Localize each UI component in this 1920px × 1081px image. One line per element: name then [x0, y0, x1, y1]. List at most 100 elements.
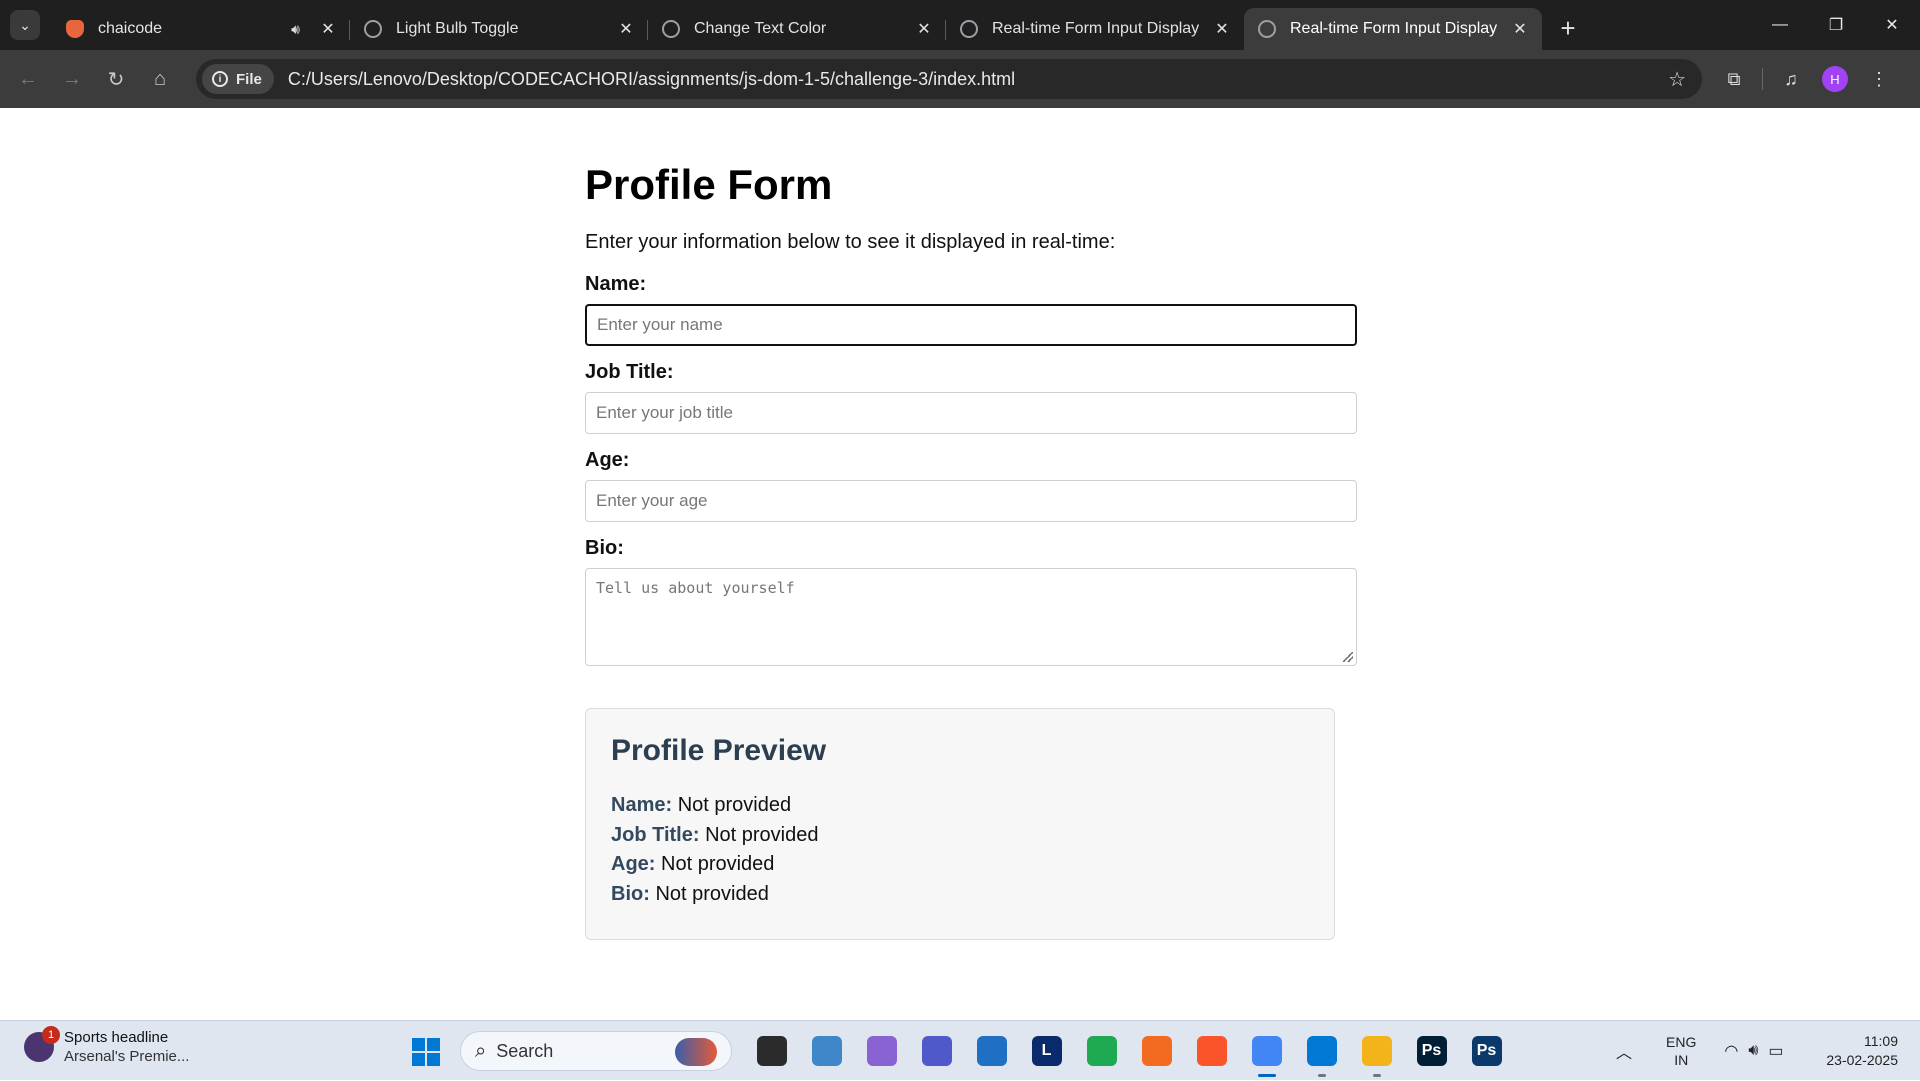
preview-row-name: Name: Not provided	[611, 791, 1309, 821]
battery-icon[interactable]: ▭	[1768, 1041, 1783, 1061]
taskbar-app[interactable]: Ps	[1404, 1029, 1459, 1073]
reload-button[interactable]: ↻	[94, 59, 138, 99]
close-icon[interactable]: ✕	[1510, 19, 1530, 39]
close-icon[interactable]: ✕	[914, 19, 934, 39]
preview-row-bio: Bio: Not provided	[611, 880, 1309, 910]
system-tray: ︿ ENG IN ◠ 🔊︎ ▭	[1616, 1021, 1794, 1081]
forward-button[interactable]: →	[50, 59, 94, 99]
age-input[interactable]	[585, 480, 1357, 522]
search-highlight-icon	[675, 1038, 717, 1066]
globe-icon	[364, 20, 382, 38]
chrome-icon	[1251, 1036, 1282, 1066]
browser-titlebar: ⌄ chaicode 🔊︎ ✕ Light Bulb Toggle ✕ Chan…	[0, 0, 1920, 50]
preview-row-job: Job Title: Not provided	[611, 821, 1309, 851]
plus-icon: +	[1560, 12, 1576, 43]
taskbar-search[interactable]: ⌕ Search	[460, 1031, 732, 1071]
bookmark-star-icon[interactable]: ☆	[1668, 67, 1686, 92]
playlist-icon: ♫	[1784, 68, 1798, 89]
kebab-menu-icon: ⋮	[1870, 68, 1888, 89]
language-indicator[interactable]: ENG IN	[1666, 1033, 1696, 1069]
preview-key: Job Title:	[611, 823, 700, 846]
menu-button[interactable]: ⋮	[1857, 59, 1901, 99]
address-bar[interactable]: i File C:/Users/Lenovo/Desktop/CODECACHO…	[196, 59, 1702, 99]
search-icon: ⌕	[475, 1039, 487, 1062]
tab-title: Real-time Form Input Display	[992, 20, 1200, 37]
taskbar-app[interactable]	[1184, 1029, 1239, 1073]
info-icon: i	[212, 71, 228, 87]
close-icon[interactable]: ✕	[1212, 19, 1232, 39]
home-button[interactable]: ⌂	[138, 59, 182, 99]
start-button[interactable]	[412, 1038, 440, 1066]
taskbar-app[interactable]	[854, 1029, 909, 1073]
taskbar-app[interactable]	[964, 1029, 1019, 1073]
media-controls-button[interactable]: ♫	[1769, 59, 1813, 99]
clock[interactable]: 11:09 23-02-2025	[1826, 1032, 1898, 1070]
minimize-button[interactable]: —	[1752, 0, 1808, 50]
microsoft-store-icon	[976, 1036, 1007, 1066]
notification-badge: 1	[42, 1026, 60, 1044]
lang-line2: IN	[1674, 1052, 1689, 1068]
name-input[interactable]	[585, 304, 1357, 346]
globe-icon	[662, 20, 680, 38]
tab-title: Real-time Form Input Display	[1290, 20, 1498, 37]
taskbar-app[interactable]	[1129, 1029, 1184, 1073]
url-text[interactable]: C:/Users/Lenovo/Desktop/CODECACHORI/assi…	[288, 69, 1015, 90]
volume-icon[interactable]: 🔊︎	[1748, 1042, 1758, 1060]
preview-value: Not provided	[677, 794, 792, 816]
taskbar-app[interactable]	[744, 1029, 799, 1073]
taskbar-app[interactable]	[799, 1029, 854, 1073]
tab-search-button[interactable]: ⌄	[10, 10, 40, 40]
close-icon[interactable]: ✕	[318, 19, 338, 39]
preview-key: Name:	[611, 794, 673, 816]
taskbar-app[interactable]	[1239, 1029, 1294, 1077]
resize-handle[interactable]	[1343, 652, 1353, 662]
tab-chaicode[interactable]: chaicode 🔊︎ ✕	[52, 8, 350, 50]
tab-light-bulb-toggle[interactable]: Light Bulb Toggle ✕	[350, 8, 648, 50]
taskbar-app[interactable]	[1294, 1029, 1349, 1077]
close-window-button[interactable]: ✕	[1864, 0, 1920, 50]
home-icon: ⌂	[153, 67, 167, 90]
speaker-icon[interactable]: 🔊︎	[291, 21, 300, 38]
photoshop-icon-2: Ps	[1471, 1036, 1502, 1066]
wifi-icon[interactable]: ◠	[1724, 1041, 1738, 1061]
new-tab-button[interactable]: +	[1550, 10, 1586, 46]
job-title-input[interactable]	[585, 392, 1357, 434]
site-info-chip[interactable]: i File	[202, 64, 274, 94]
running-indicator	[1372, 1074, 1381, 1077]
copilot-icon	[866, 1036, 897, 1066]
globe-icon	[1258, 20, 1276, 38]
tab-realtime-form-2[interactable]: Real-time Form Input Display ✕	[1244, 8, 1542, 50]
preview-row-age: Age: Not provided	[611, 850, 1309, 880]
preview-value: Not provided	[661, 853, 775, 875]
pen-app-icon	[1141, 1036, 1172, 1066]
tab-realtime-form-1[interactable]: Real-time Form Input Display ✕	[946, 8, 1244, 50]
intro-text: Enter your information below to see it d…	[585, 231, 1116, 253]
news-widget[interactable]: 1 Sports headline Arsenal's Premie...	[24, 1026, 189, 1065]
taskbar-app[interactable]	[909, 1029, 964, 1073]
bio-label: Bio:	[585, 537, 624, 559]
extensions-button[interactable]: ⧉	[1712, 59, 1756, 99]
chevron-up-icon[interactable]: ︿	[1616, 1039, 1632, 1063]
news-subtext: Arsenal's Premie...	[64, 1048, 190, 1065]
taskbar-app[interactable]: L	[1019, 1029, 1074, 1073]
running-indicator	[1317, 1074, 1326, 1077]
close-icon: ✕	[1885, 17, 1899, 34]
close-icon[interactable]: ✕	[616, 19, 636, 39]
windows-logo-icon	[412, 1038, 425, 1051]
bio-textarea[interactable]	[585, 568, 1357, 666]
running-indicator	[1257, 1074, 1276, 1077]
windows-logo-pane	[427, 1053, 440, 1066]
toolbar-right: ⧉ ♫ H ⋮	[1712, 50, 1901, 108]
restore-button[interactable]: ❐	[1808, 0, 1864, 50]
profile-preview-card: Profile Preview Name: Not provided Job T…	[585, 708, 1335, 940]
taskbar-app[interactable]	[1074, 1029, 1129, 1073]
news-text: Sports headline Arsenal's Premie...	[64, 1029, 189, 1065]
job-title-label: Job Title:	[585, 361, 674, 383]
tab-change-text-color[interactable]: Change Text Color ✕	[648, 8, 946, 50]
taskbar-app[interactable]	[1349, 1029, 1404, 1077]
back-button[interactable]: ←	[6, 59, 50, 99]
name-label: Name:	[585, 273, 647, 295]
profile-button[interactable]: H	[1813, 59, 1857, 99]
taskbar-app[interactable]: Ps	[1459, 1029, 1514, 1073]
page-title: Profile Form	[585, 161, 833, 208]
